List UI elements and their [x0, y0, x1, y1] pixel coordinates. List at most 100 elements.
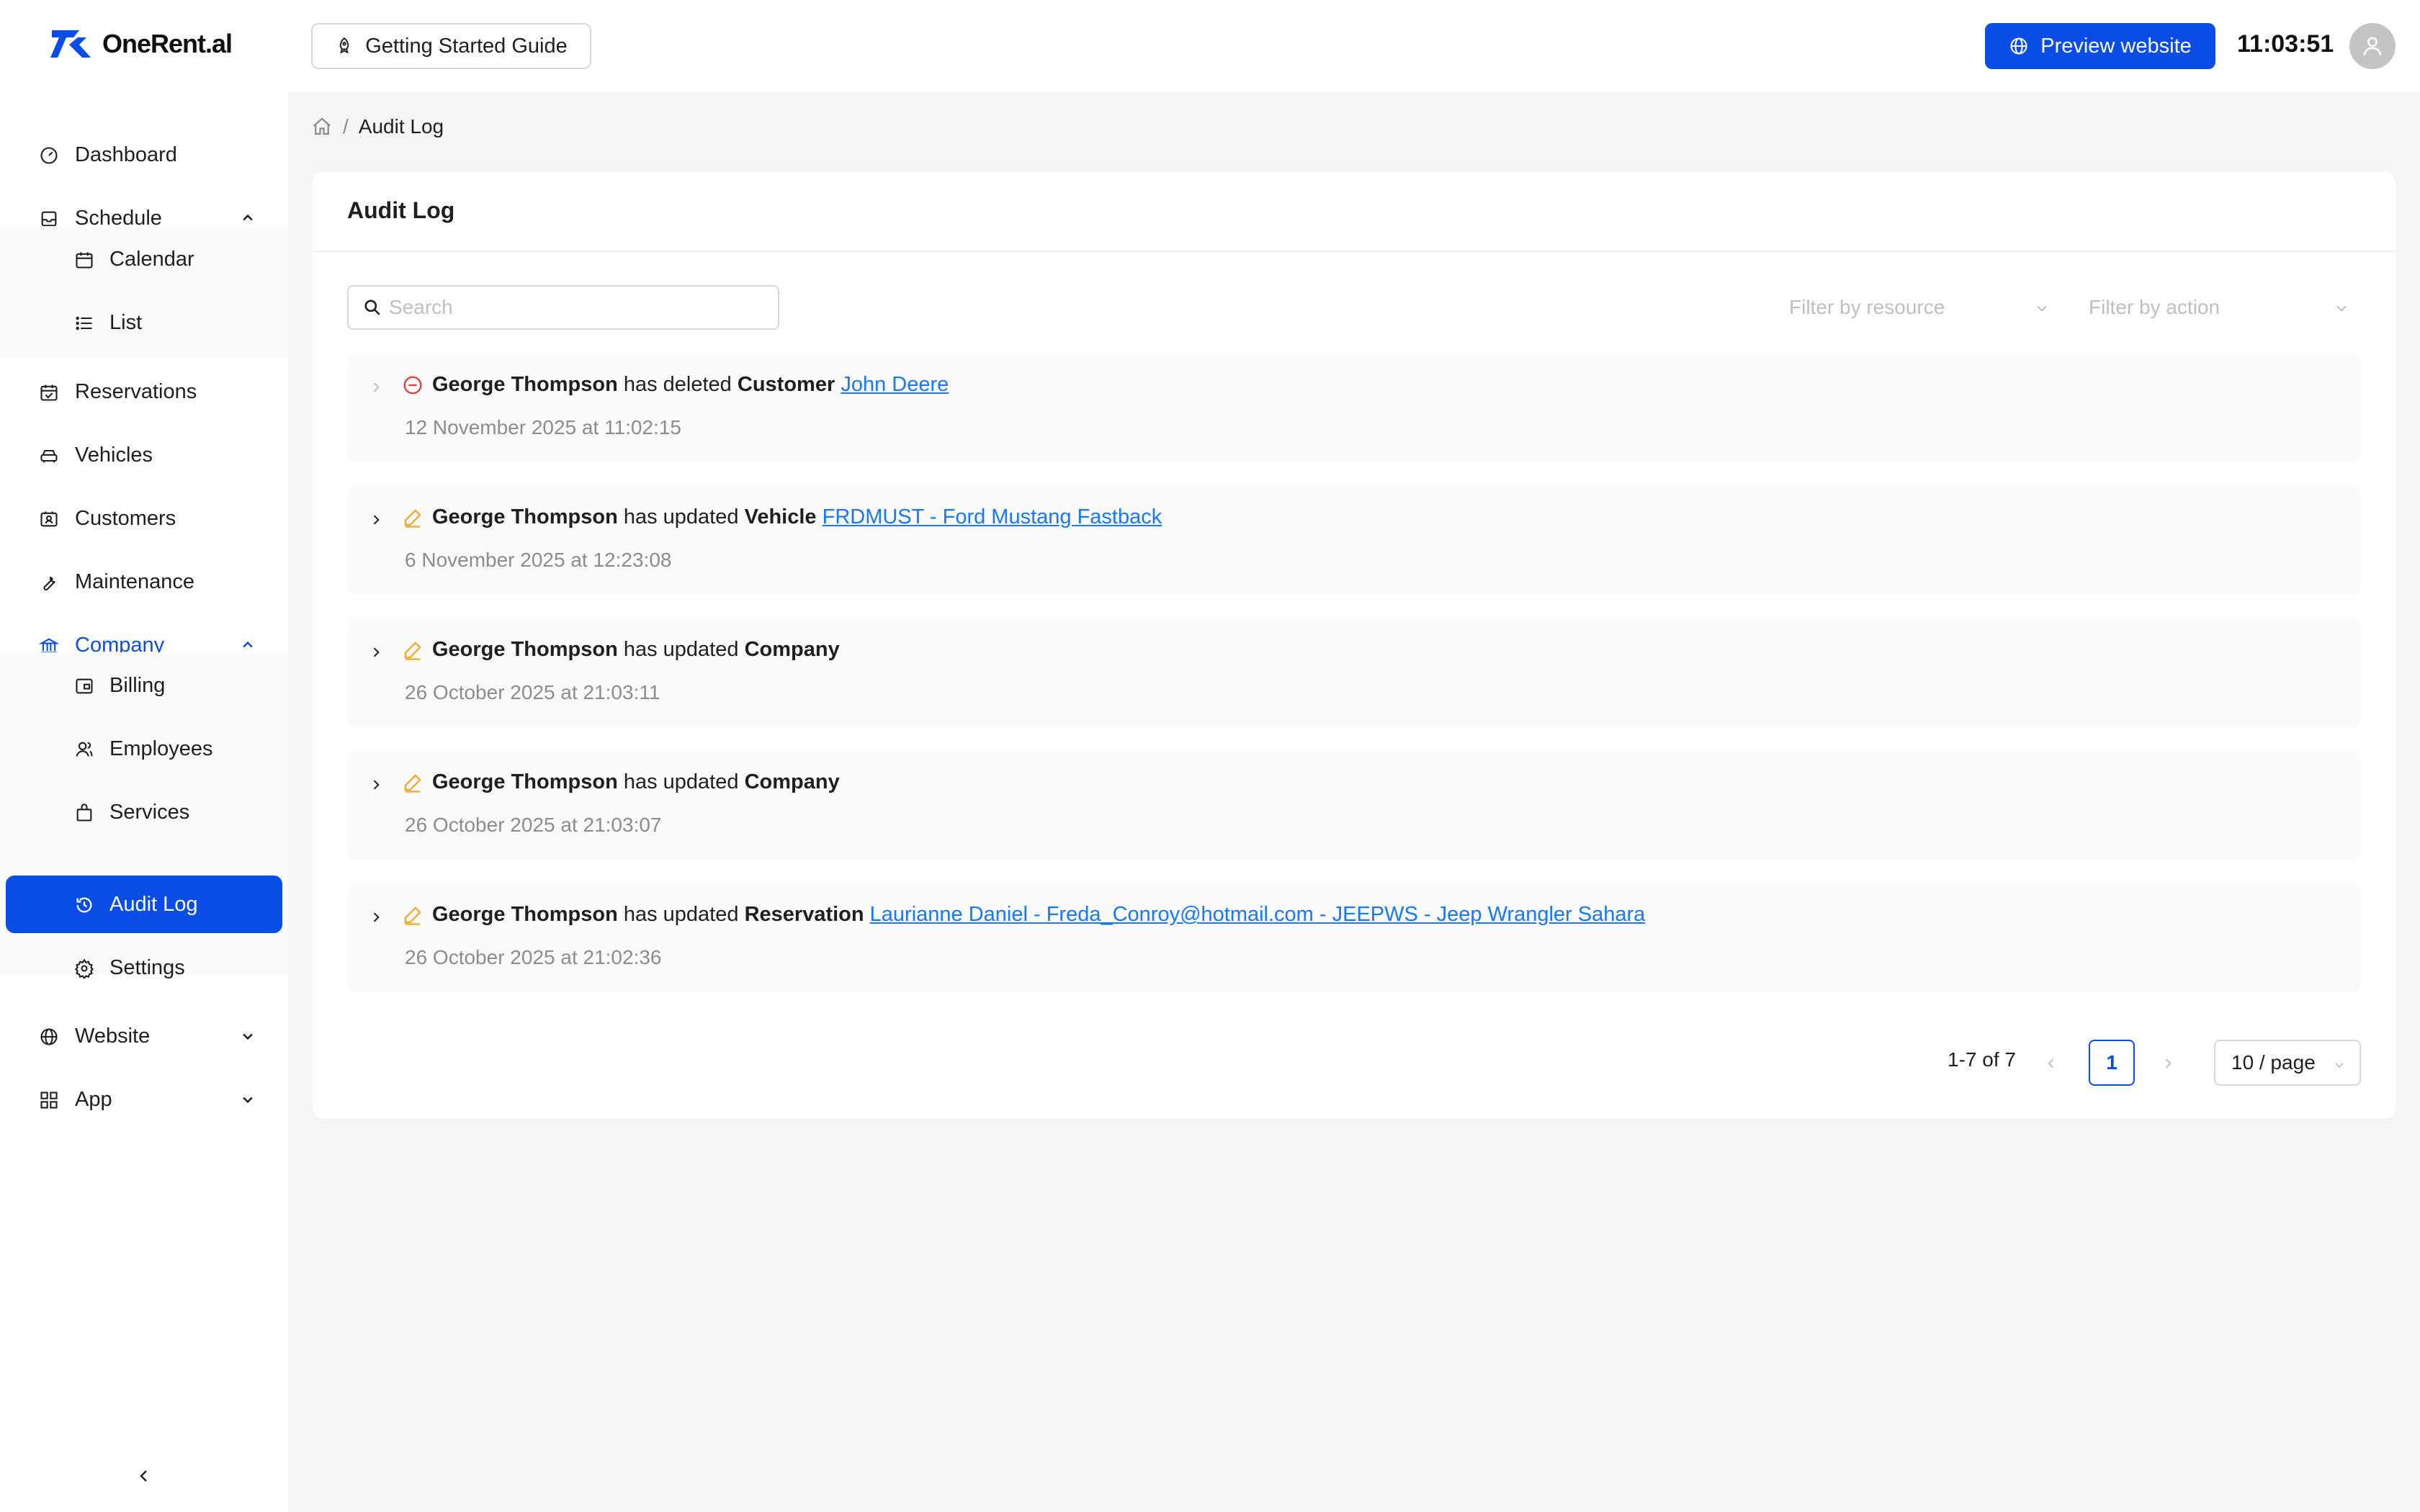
edit-pencil-icon [402, 904, 424, 926]
chevron-down-icon [241, 1092, 255, 1107]
sidebar-item-label: App [75, 1087, 112, 1111]
dashboard-icon [39, 145, 59, 166]
search-input[interactable] [389, 296, 763, 319]
page-size-value: 10 / page [2231, 1051, 2316, 1074]
log-message: George Thompson has updated Company [432, 770, 840, 794]
sidebar-item-audit-log[interactable]: Audit Log [6, 876, 282, 933]
expand-chevron-icon[interactable] [369, 776, 383, 793]
log-verb: has updated [623, 903, 739, 926]
log-link[interactable]: Laurianne Daniel - Freda_Conroy@hotmail.… [870, 903, 1646, 926]
contacts-icon [39, 509, 59, 529]
log-timestamp: 26 October 2025 at 21:03:11 [405, 681, 660, 703]
pagination-page-1[interactable]: 1 [2089, 1040, 2135, 1086]
log-entry: George Thompson has updated Company 26 O… [347, 752, 2361, 860]
sidebar-item-label: Calendar [109, 247, 194, 271]
sidebar-item-website[interactable]: Website [6, 1007, 282, 1065]
minus-circle-icon [402, 374, 424, 396]
log-link[interactable]: FRDMUST - Ford Mustang Fastback [823, 505, 1162, 528]
top-header: OneRent.al Getting Started Guide Preview… [0, 0, 2420, 92]
chevron-down-icon [2334, 301, 2349, 315]
chevron-up-icon [241, 638, 255, 652]
sidebar: Dashboard Schedule Calendar List Reserva… [0, 92, 288, 1512]
pagination-next-button[interactable] [2161, 1056, 2175, 1071]
page-title: Audit Log [347, 197, 455, 223]
edit-pencil-icon [402, 639, 424, 661]
log-timestamp: 26 October 2025 at 21:03:07 [405, 814, 662, 836]
breadcrumb-separator: / [343, 115, 349, 138]
chevron-left-icon [2044, 1056, 2058, 1071]
chevron-down-icon [2034, 301, 2050, 315]
shopping-bag-icon [74, 803, 94, 823]
sidebar-item-label: Settings [109, 955, 185, 979]
expand-chevron-icon[interactable] [369, 909, 383, 926]
sidebar-item-app[interactable]: App [6, 1071, 282, 1128]
search-icon [363, 298, 382, 317]
guide-label: Getting Started Guide [365, 34, 568, 58]
sidebar-item-maintenance[interactable]: Maintenance [6, 553, 282, 611]
filter-by-resource-select[interactable]: Filter by resource [1776, 285, 2061, 330]
log-user: George Thompson [432, 903, 618, 926]
sidebar-item-label: Dashboard [75, 143, 177, 166]
sidebar-item-label: Website [75, 1024, 151, 1048]
expand-chevron-icon[interactable] [369, 379, 383, 396]
preview-label: Preview website [2040, 34, 2192, 58]
log-entry: George Thompson has deleted Customer Joh… [347, 354, 2361, 462]
page-size-select[interactable]: 10 / page [2214, 1040, 2361, 1086]
filter-by-action-select[interactable]: Filter by action [2076, 285, 2361, 330]
log-user: George Thompson [432, 373, 618, 396]
sidebar-item-dashboard[interactable]: Dashboard [6, 126, 282, 184]
log-resource: Company [744, 638, 840, 661]
sidebar-item-customers[interactable]: Customers [6, 490, 282, 547]
sidebar-item-list[interactable]: List [6, 294, 282, 351]
log-resource: Company [744, 770, 840, 793]
log-entry: George Thompson has updated Company 26 O… [347, 619, 2361, 727]
expand-chevron-icon[interactable] [369, 511, 383, 528]
log-message: George Thompson has deleted Customer Joh… [432, 373, 949, 397]
collapse-sidebar-button[interactable] [135, 1466, 153, 1486]
sidebar-item-label: Reservations [75, 379, 197, 403]
sidebar-item-services[interactable]: Services [6, 783, 282, 841]
expand-chevron-icon[interactable] [369, 644, 383, 661]
sidebar-item-vehicles[interactable]: Vehicles [6, 426, 282, 484]
log-verb: has updated [623, 505, 739, 528]
wrench-icon [39, 572, 59, 593]
user-icon [2360, 34, 2385, 58]
edit-pencil-icon [402, 507, 424, 528]
avatar[interactable] [2349, 23, 2396, 69]
log-verb: has updated [623, 638, 739, 661]
preview-website-button[interactable]: Preview website [1985, 23, 2215, 69]
log-message: George Thompson has updated Vehicle FRDM… [432, 505, 1162, 529]
log-user: George Thompson [432, 505, 618, 528]
search-box [347, 285, 779, 330]
getting-started-guide-button[interactable]: Getting Started Guide [311, 23, 591, 69]
filter-resource-placeholder: Filter by resource [1789, 296, 1945, 318]
clock: 11:03:51 [2237, 30, 2334, 58]
breadcrumb-current: Audit Log [358, 115, 444, 138]
log-message: George Thompson has updated Company [432, 638, 840, 662]
chevron-right-icon [2161, 1056, 2175, 1071]
log-timestamp: 12 November 2025 at 11:02:15 [405, 416, 681, 438]
calendar-check-icon [39, 382, 59, 402]
sidebar-item-label: Employees [109, 737, 213, 760]
home-icon[interactable] [311, 116, 333, 138]
chevron-up-icon [241, 211, 255, 225]
logo[interactable]: OneRent.al [50, 27, 233, 60]
log-message: George Thompson has updated Reservation … [432, 903, 1645, 927]
apps-grid-icon [39, 1090, 59, 1110]
log-resource: Reservation [744, 903, 864, 926]
audit-log-card: Audit Log Filter by resource Filter by a… [313, 171, 2396, 1119]
sidebar-item-calendar[interactable]: Calendar [6, 230, 282, 288]
sidebar-item-reservations[interactable]: Reservations [6, 363, 282, 420]
log-timestamp: 26 October 2025 at 21:02:36 [405, 946, 662, 968]
sidebar-item-settings[interactable]: Settings [6, 939, 282, 996]
globe-icon [2009, 36, 2029, 56]
log-verb: has updated [623, 770, 739, 793]
log-resource: Vehicle [744, 505, 817, 528]
history-icon [74, 895, 94, 915]
log-verb: has deleted [623, 373, 732, 396]
pagination-prev-button[interactable] [2044, 1056, 2058, 1071]
car-icon [39, 446, 59, 466]
sidebar-item-employees[interactable]: Employees [6, 720, 282, 778]
sidebar-item-billing[interactable]: Billing [6, 657, 282, 714]
log-link[interactable]: John Deere [841, 373, 949, 396]
